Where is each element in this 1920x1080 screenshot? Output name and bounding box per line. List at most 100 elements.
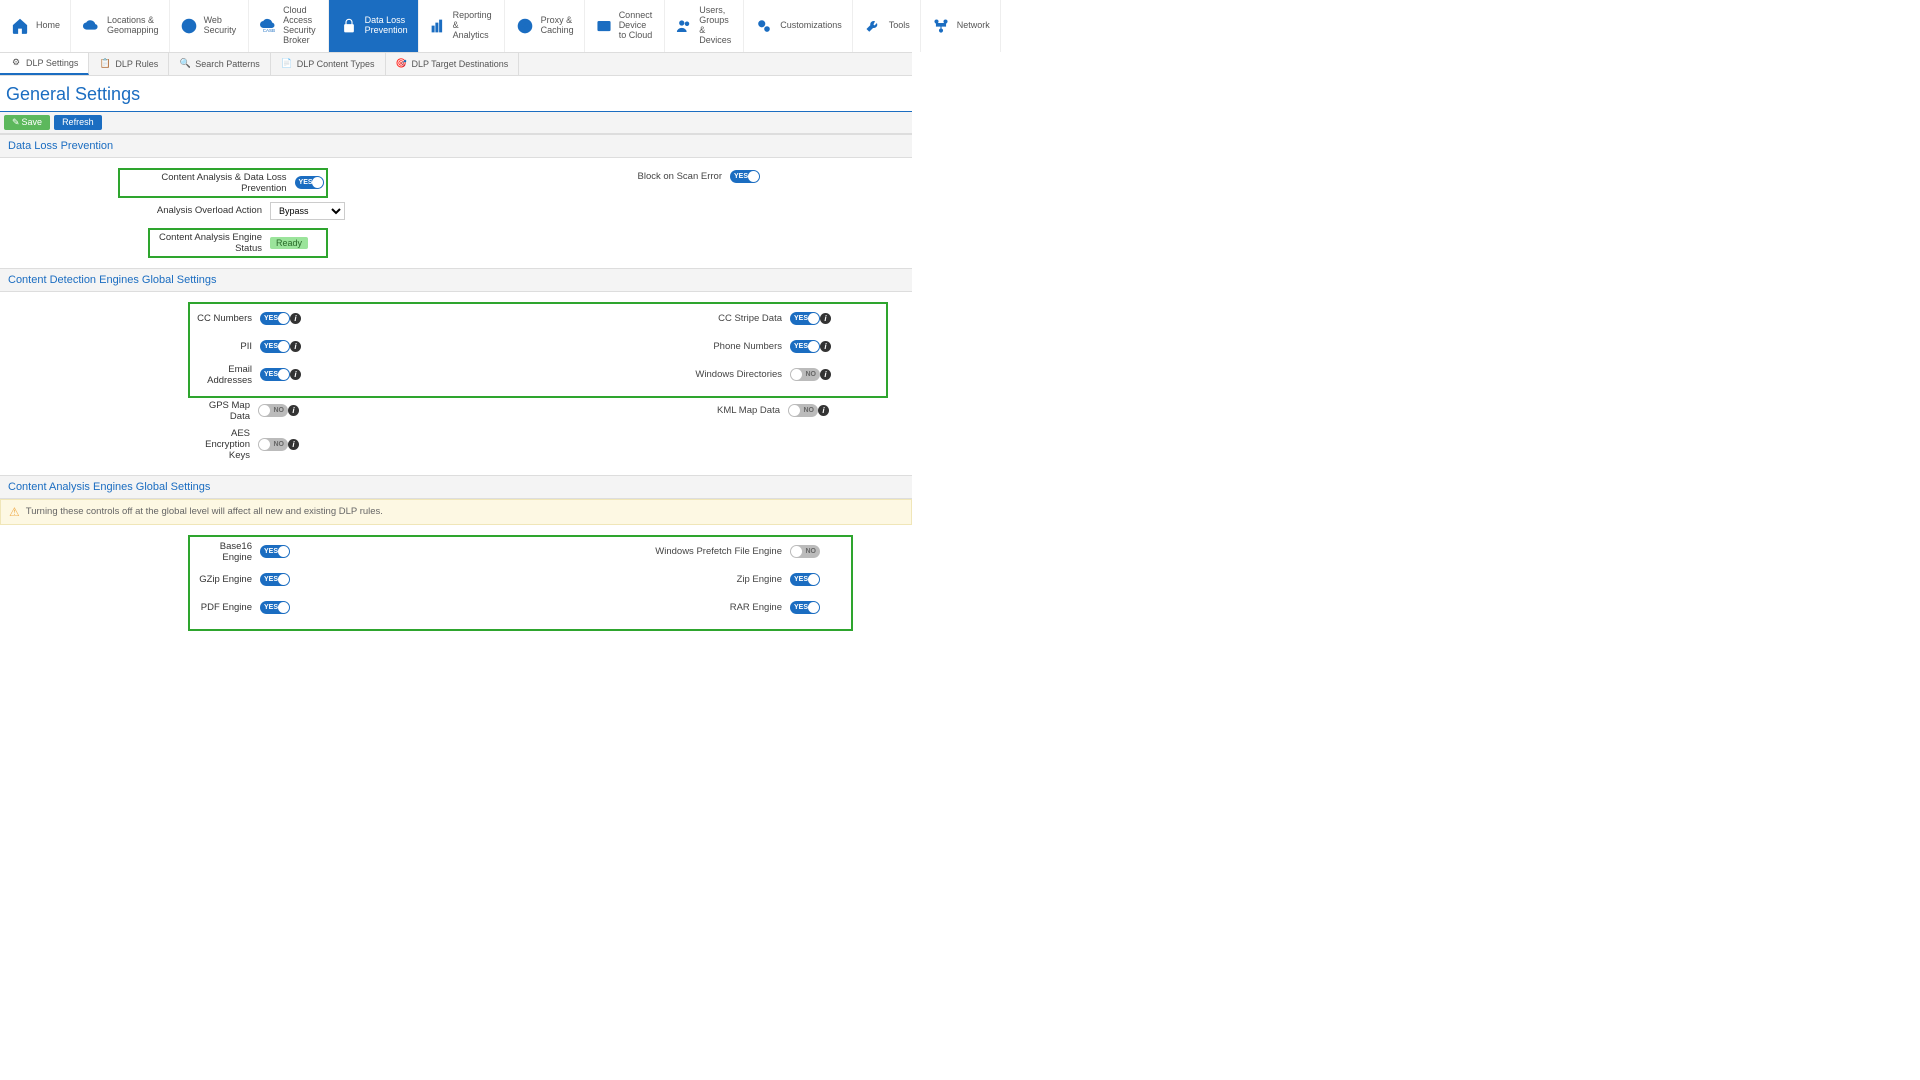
block-scan-error-label: Block on Scan Error: [470, 171, 730, 182]
toggle-gps[interactable]: NO: [258, 404, 288, 417]
toggle-aes[interactable]: NO: [258, 438, 288, 451]
file-icon: 📄: [281, 58, 293, 70]
action-bar: ✎Save Refresh: [0, 112, 912, 134]
nav-label: Proxy & Caching: [541, 16, 574, 36]
section-header: Content Detection Engines Global Setting…: [0, 268, 912, 292]
subnav-content-types[interactable]: 📄 DLP Content Types: [271, 53, 386, 75]
toggle-base16[interactable]: YES: [260, 545, 290, 558]
toggle-windows-dir[interactable]: NO: [790, 368, 820, 381]
info-icon[interactable]: i: [818, 405, 829, 416]
gzip-label: GZip Engine: [190, 574, 260, 585]
subnav-search-patterns[interactable]: 🔍 Search Patterns: [169, 53, 271, 75]
subnav-label: DLP Target Destinations: [412, 59, 509, 69]
overload-action-label: Analysis Overload Action: [0, 205, 270, 216]
phone-label: Phone Numbers: [530, 341, 790, 352]
info-icon[interactable]: i: [288, 405, 299, 416]
nav-home[interactable]: Home: [0, 0, 71, 52]
content-analysis-label: Content Analysis & Data Loss Prevention: [122, 172, 295, 194]
nav-web-security[interactable]: Web Security: [170, 0, 250, 52]
kml-label: KML Map Data: [528, 405, 788, 416]
prefetch-label: Windows Prefetch File Engine: [530, 546, 790, 557]
subnav-label: Search Patterns: [195, 59, 260, 69]
main-nav: Home Locations & Geomapping Web Security…: [0, 0, 912, 53]
refresh-button[interactable]: Refresh: [54, 115, 102, 130]
toggle-gzip[interactable]: YES: [260, 573, 290, 586]
casb-icon: CASB: [259, 16, 277, 36]
settings-icon: ⚙: [10, 57, 22, 69]
subnav-target-destinations[interactable]: 🎯DLP Target Destinations: [386, 53, 520, 75]
pii-label: PII: [190, 341, 260, 352]
nav-label: Customizations: [780, 21, 842, 31]
base16-label: Base16 Engine: [190, 541, 260, 563]
toggle-block-scan-error[interactable]: YES: [730, 170, 760, 183]
toggle-cc-stripe[interactable]: YES: [790, 312, 820, 325]
highlight-content-analysis: Content Analysis & Data Loss Prevention …: [118, 168, 328, 198]
nav-network[interactable]: Network: [921, 0, 1001, 52]
highlight-detection-rows: CC NumbersYESi PIIYESi Email AddressesYE…: [188, 302, 888, 398]
subnav-label: DLP Settings: [26, 58, 78, 68]
gears-icon: [754, 16, 774, 36]
info-icon[interactable]: i: [290, 313, 301, 324]
nav-customizations[interactable]: Customizations: [744, 0, 853, 52]
windows-dir-label: Windows Directories: [530, 369, 790, 380]
highlight-engine-status: Content Analysis Engine Status Ready: [148, 228, 328, 258]
nav-label: Tools: [889, 21, 910, 31]
info-icon[interactable]: i: [820, 369, 831, 380]
nav-proxy[interactable]: Proxy & Caching: [505, 0, 585, 52]
wrench-icon: [863, 16, 883, 36]
zip-label: Zip Engine: [530, 574, 790, 585]
nav-label: Home: [36, 21, 60, 31]
info-icon[interactable]: i: [290, 341, 301, 352]
subnav-dlp-settings[interactable]: ⚙ DLP Settings: [0, 53, 89, 75]
subnav-label: DLP Rules: [115, 59, 158, 69]
toggle-pii[interactable]: YES: [260, 340, 290, 353]
toggle-cc-numbers[interactable]: YES: [260, 312, 290, 325]
warning-bar: ⚠ Turning these controls off at the glob…: [0, 499, 912, 525]
nav-casb[interactable]: CASB Cloud Access Security Broker: [249, 0, 329, 52]
rules-icon: 📋: [99, 58, 111, 70]
section-header: Data Loss Prevention: [0, 134, 912, 158]
nav-label: Connect Device to Cloud: [619, 11, 655, 41]
nav-locations[interactable]: Locations & Geomapping: [71, 0, 170, 52]
nav-tools[interactable]: Tools: [853, 0, 921, 52]
nav-reporting[interactable]: Reporting & Analytics: [419, 0, 505, 52]
toggle-zip[interactable]: YES: [790, 573, 820, 586]
toggle-email[interactable]: YES: [260, 368, 290, 381]
info-icon[interactable]: i: [820, 313, 831, 324]
nav-label: Users, Groups & Devices: [699, 6, 733, 46]
aes-label: AES Encryption Keys: [188, 428, 258, 461]
email-label: Email Addresses: [190, 364, 260, 386]
toggle-phone[interactable]: YES: [790, 340, 820, 353]
nav-label: Locations & Geomapping: [107, 16, 159, 36]
nav-label: Cloud Access Security Broker: [283, 6, 318, 46]
overload-action-select[interactable]: Bypass: [270, 202, 345, 220]
info-icon[interactable]: i: [288, 439, 299, 450]
nav-label: Web Security: [204, 16, 239, 36]
gps-label: GPS Map Data: [188, 400, 258, 422]
info-icon[interactable]: i: [820, 341, 831, 352]
pdf-label: PDF Engine: [190, 602, 260, 613]
subnav-label: DLP Content Types: [297, 59, 375, 69]
toggle-rar[interactable]: YES: [790, 601, 820, 614]
page-title: General Settings: [0, 76, 912, 112]
save-button[interactable]: ✎Save: [4, 115, 50, 130]
nav-users[interactable]: Users, Groups & Devices: [665, 0, 744, 52]
search-icon: 🔍: [179, 58, 191, 70]
network-icon: [931, 16, 951, 36]
nav-connect[interactable]: Connect Device to Cloud: [585, 0, 666, 52]
subnav-dlp-rules[interactable]: 📋 DLP Rules: [89, 53, 169, 75]
warning-text: Turning these controls off at the global…: [26, 506, 383, 517]
toggle-prefetch[interactable]: NO: [790, 545, 820, 558]
globe-icon: [180, 16, 198, 36]
device-cloud-icon: [595, 16, 613, 36]
section-dlp: Data Loss Prevention Content Analysis & …: [0, 134, 912, 268]
lock-icon: [339, 16, 359, 36]
toggle-kml[interactable]: NO: [788, 404, 818, 417]
toggle-pdf[interactable]: YES: [260, 601, 290, 614]
section-analysis-engines: Content Analysis Engines Global Settings: [0, 475, 912, 499]
toggle-content-analysis[interactable]: YES: [295, 176, 324, 189]
section-header: Content Analysis Engines Global Settings: [0, 475, 912, 499]
warning-icon: ⚠: [9, 505, 20, 519]
info-icon[interactable]: i: [290, 369, 301, 380]
nav-dlp[interactable]: Data Loss Prevention: [329, 0, 419, 52]
